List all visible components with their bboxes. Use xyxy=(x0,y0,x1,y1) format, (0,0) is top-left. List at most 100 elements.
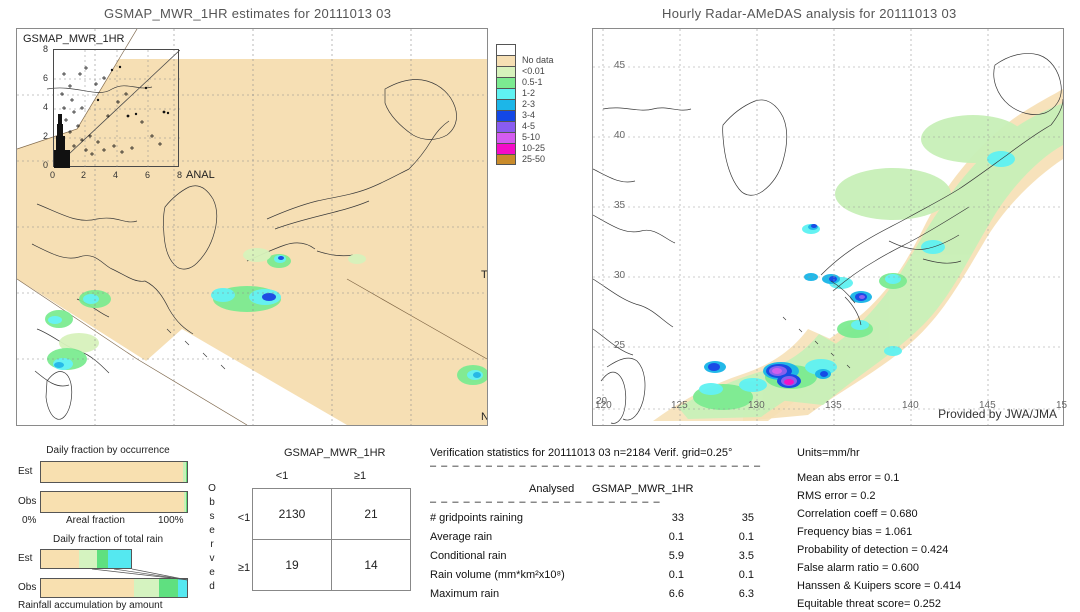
score-item: Hanssen & Kuipers score = 0.414 xyxy=(797,580,962,592)
occurrence-obs-bar[interactable] xyxy=(40,491,188,513)
verification-divider-mid: – – – – – – – – – – – – – – – – – – – – … xyxy=(430,496,661,508)
right-xtick-145: 145 xyxy=(979,400,996,411)
score-item: False alarm ratio = 0.600 xyxy=(797,562,919,574)
contingency-cell-hit-miss-3: 14 xyxy=(331,539,411,591)
inset-dataset-label: GSMAP_MWR_1HR xyxy=(23,33,125,45)
colorbar-label: 2-3 xyxy=(522,99,536,109)
observed-label-letter: v xyxy=(209,553,215,564)
bar-segment xyxy=(186,492,187,512)
verification-row-label: Average rain xyxy=(430,531,493,543)
scatter-inset-graphic xyxy=(54,50,180,168)
colorbar-label: 0.5-1 xyxy=(522,77,543,87)
observed-label-letter: d xyxy=(209,581,215,592)
right-ytick-30: 30 xyxy=(614,270,626,281)
occurrence-axis-right: 100% xyxy=(158,515,184,526)
contingency-cell-hit-miss-1: 21 xyxy=(331,488,411,540)
left-map-panel[interactable]: 8 6 4 2 0 0 2 4 6 8 GSMAP_MWR_1HR ANAL T… xyxy=(16,28,488,426)
colorbar-label: 3-4 xyxy=(522,110,536,120)
colorbar-swatch xyxy=(496,121,516,132)
right-ytick-45: 45 xyxy=(614,60,626,71)
bar-segment xyxy=(41,492,184,512)
verification-row-analysed: 6.6 xyxy=(668,588,684,600)
table-row: 19 14 xyxy=(252,539,411,591)
verification-row-label: # gridpoints raining xyxy=(430,512,523,524)
right-ytick-25: 25 xyxy=(614,340,626,351)
scatter-xtick-8: 8 xyxy=(177,170,183,180)
colorbar-swatch xyxy=(496,154,516,165)
bar-segment xyxy=(186,462,187,482)
occurrence-obs-label: Obs xyxy=(18,496,37,507)
scatter-inset[interactable] xyxy=(53,49,180,168)
right-xtick-150: 15 xyxy=(1056,400,1068,411)
verification-col-model: GSMAP_MWR_1HR xyxy=(592,483,694,495)
right-xtick-135: 135 xyxy=(825,400,842,411)
anal-label: ANAL xyxy=(186,169,215,181)
right-ytick-20: 20 xyxy=(596,396,608,407)
observed-label-letter: e xyxy=(209,525,215,536)
verification-row-model: 35 xyxy=(741,512,754,524)
verification-col-analysed: Analysed xyxy=(529,483,575,495)
score-item: Probability of detection = 0.424 xyxy=(797,544,949,556)
colorbar-swatch xyxy=(496,132,516,143)
scatter-ytick-0: 0 xyxy=(43,160,49,170)
scatter-ytick-4: 4 xyxy=(43,102,49,112)
colorbar-label: <0.01 xyxy=(522,66,545,76)
amount-est-label: Est xyxy=(18,553,33,564)
observed-label-letter: b xyxy=(209,497,215,508)
map-credit: Provided by JWA/JMA xyxy=(938,407,1057,421)
verification-header: Verification statistics for 20111013 03 … xyxy=(430,447,733,459)
right-map-graphic xyxy=(593,29,1063,425)
verification-row-model: 0.1 xyxy=(738,531,754,543)
colorbar-swatch xyxy=(496,55,516,66)
trmm-tmi-label: TRMM/TMI xyxy=(481,269,488,281)
verification-row-label: Conditional rain xyxy=(430,550,507,562)
left-panel-title: GSMAP_MWR_1HR estimates for 20111013 03 xyxy=(104,6,392,21)
colorbar-label: 25-50 xyxy=(522,154,546,164)
verification-row-label: Maximum rain xyxy=(430,588,500,600)
occurrence-est-bar[interactable] xyxy=(40,461,188,483)
verification-row-analysed: 0.1 xyxy=(668,569,684,581)
colorbar-swatch xyxy=(496,44,516,55)
verification-row-model: 0.1 xyxy=(738,569,754,581)
right-ytick-35: 35 xyxy=(614,200,626,211)
amount-chart-caption: Rainfall accumulation by amount xyxy=(18,600,163,611)
scatter-ytick-6: 6 xyxy=(43,73,49,83)
contingency-title: GSMAP_MWR_1HR xyxy=(284,447,386,459)
contingency-table[interactable]: 2130 21 19 14 xyxy=(252,488,411,591)
score-item: Equitable threat score= 0.252 xyxy=(797,598,942,610)
verification-row-model: 3.5 xyxy=(738,550,754,562)
score-item: Correlation coeff = 0.680 xyxy=(797,508,918,520)
occurrence-chart-title: Daily fraction by occurrence xyxy=(46,445,170,456)
right-map-panel[interactable]: Provided by JWA/JMA xyxy=(592,28,1064,426)
colorbar-swatches: No data <0.01 0.5-1 1-2 2-3 3-4 4-5 5-10 10-25 25… xyxy=(496,44,554,165)
verification-row-analysed: 0.1 xyxy=(668,531,684,543)
colorbar-swatch xyxy=(496,88,516,99)
right-xtick-130: 130 xyxy=(748,400,765,411)
colorbar-swatch xyxy=(496,66,516,77)
bar-segment xyxy=(41,462,184,482)
scatter-ytick-8: 8 xyxy=(43,44,49,54)
scatter-xtick-4: 4 xyxy=(113,170,119,180)
occurrence-axis-center: Areal fraction xyxy=(66,515,125,526)
verification-row-label: Rain volume (mm*km²x10⁸) xyxy=(430,569,565,581)
observed-axis-label: Observed xyxy=(206,482,218,594)
right-xtick-140: 140 xyxy=(902,400,919,411)
colorbar-label: 1-2 xyxy=(522,88,536,98)
observed-label-letter: r xyxy=(210,539,214,550)
amount-connector-lines xyxy=(91,568,189,581)
contingency-cell-hit-miss-0: 2130 xyxy=(252,488,332,540)
scatter-ytick-2: 2 xyxy=(43,131,49,141)
units-label: Units=mm/hr xyxy=(797,447,860,459)
occurrence-axis-left: 0% xyxy=(22,515,37,526)
right-ytick-40: 40 xyxy=(614,130,626,141)
observed-label-letter: O xyxy=(208,483,216,494)
colorbar-swatch xyxy=(496,77,516,88)
contingency-col-header-0: <1 xyxy=(275,470,289,482)
colorbar-label: 4-5 xyxy=(522,121,536,131)
verification-row-analysed: 33 xyxy=(671,512,684,524)
colorbar-label: 5-10 xyxy=(522,132,541,142)
observed-label-letter: s xyxy=(209,511,215,522)
scatter-xtick-0: 0 xyxy=(50,170,56,180)
score-item: RMS error = 0.2 xyxy=(797,490,876,502)
amount-chart-title: Daily fraction of total rain xyxy=(52,534,164,545)
